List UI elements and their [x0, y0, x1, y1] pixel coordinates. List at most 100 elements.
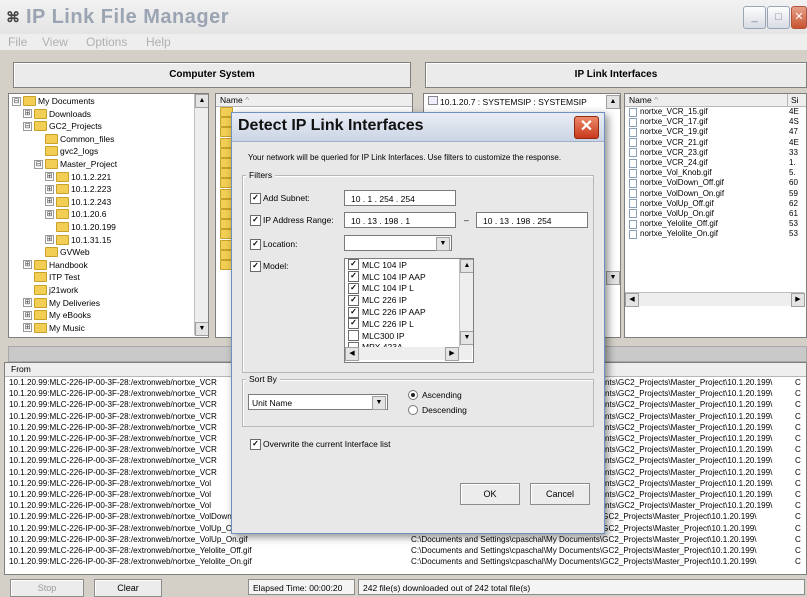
tree-expander-icon[interactable]: ⊞: [23, 310, 32, 320]
local-name-column-header[interactable]: Name ^: [216, 94, 412, 107]
model-option[interactable]: ✓ MLC 104 IP: [345, 259, 457, 271]
model-scroll-down-icon[interactable]: ▼: [460, 331, 473, 345]
model-scroll-left-icon[interactable]: ◀: [345, 347, 359, 361]
descending-radio-icon[interactable]: [408, 405, 418, 415]
remote-file-row[interactable]: nortxe_VCR_17.gif 4S: [625, 117, 806, 127]
clear-button[interactable]: Clear: [94, 579, 162, 597]
close-window-button[interactable]: ✕: [791, 6, 807, 29]
sort-by-select[interactable]: Unit Name ▼: [248, 394, 388, 410]
ip-range-to-input[interactable]: 10 . 13 . 198 . 254: [476, 212, 588, 228]
tree-expander-icon[interactable]: ⊟: [23, 121, 32, 131]
location-dropdown-icon[interactable]: ▼: [436, 237, 450, 251]
remote-file-row[interactable]: nortxe_VCR_23.gif 33: [625, 148, 806, 158]
remote-file-row[interactable]: nortxe_VCR_21.gif 4E: [625, 138, 806, 148]
device-scroll-down-icon[interactable]: ▼: [606, 271, 620, 285]
device-scroll-up-icon[interactable]: ▲: [606, 95, 620, 109]
model-option-checkbox[interactable]: ✓: [348, 318, 359, 330]
location-checkbox[interactable]: ✓: [250, 239, 261, 250]
tree-expander-icon[interactable]: ⊞: [45, 197, 54, 207]
tree-item[interactable]: ⊞ 10.1.2.223: [45, 184, 111, 195]
tree-item[interactable]: ⊟ Master_Project: [34, 159, 117, 169]
tree-item[interactable]: 10.1.20.199: [45, 222, 116, 232]
tree-item[interactable]: ⊟ GC2_Projects: [23, 121, 102, 132]
model-option-checkbox[interactable]: ✓: [348, 294, 359, 306]
tree-item[interactable]: ⊞ 10.1.2.221: [45, 171, 111, 182]
model-scroll-up-icon[interactable]: ▲: [460, 259, 473, 273]
device-label[interactable]: 10.1.20.7 : SYSTEMSIP : SYSTEMSIP: [440, 97, 587, 107]
tree-item[interactable]: ⊞ My eBooks: [23, 310, 91, 321]
remote-file-row[interactable]: nortxe_VolDown_On.gif 59: [625, 189, 806, 199]
tree-expander-icon[interactable]: ⊞: [23, 109, 32, 119]
ip-range-from-input[interactable]: 10 . 13 . 198 . 1: [344, 212, 456, 228]
stop-button[interactable]: Stop: [10, 579, 84, 597]
tree-item[interactable]: ⊞ Downloads: [23, 108, 91, 119]
ascending-option[interactable]: Ascending: [408, 390, 462, 400]
model-option-checkbox[interactable]: ✓: [348, 306, 359, 318]
remote-file-row[interactable]: nortxe_VCR_24.gif 1.: [625, 158, 806, 168]
ok-button[interactable]: OK: [460, 483, 520, 505]
remote-file-row[interactable]: nortxe_Vol_Knob.gif 5.: [625, 168, 806, 178]
maximize-button[interactable]: □: [767, 6, 790, 29]
tree-item[interactable]: ⊞ My Deliveries: [23, 297, 100, 308]
tree-expander-icon[interactable]: ⊞: [23, 298, 32, 308]
model-option-checkbox[interactable]: ✓: [348, 271, 359, 283]
tree-item[interactable]: ⊞ 10.1.20.6: [45, 209, 106, 220]
tree-item[interactable]: ⊞ Handbook: [23, 259, 88, 270]
remote-file-row[interactable]: nortxe_VCR_19.gif 47: [625, 127, 806, 137]
remote-file-row[interactable]: nortxe_Yelolite_On.gif 53: [625, 229, 806, 239]
model-option[interactable]: ✓ MLC 104 IP AAP: [345, 271, 457, 283]
model-option[interactable]: MLC300 IP: [345, 330, 457, 342]
remote-hscrollbar[interactable]: ◀ ▶: [625, 292, 805, 307]
menu-options[interactable]: Options: [86, 35, 127, 49]
tree-item[interactable]: ⊞ 10.1.31.15: [45, 234, 111, 245]
model-option-checkbox[interactable]: [348, 330, 359, 342]
remote-name-column-header[interactable]: Name ^ Si: [625, 94, 806, 107]
remote-file-row[interactable]: nortxe_VCR_15.gif 4E: [625, 107, 806, 117]
add-subnet-input[interactable]: 10 . 1 . 254 . 254: [344, 190, 456, 206]
sort-by-dropdown-icon[interactable]: ▼: [372, 396, 386, 410]
overwrite-checkbox[interactable]: ✓: [250, 439, 261, 450]
tree-scroll-up-icon[interactable]: ▲: [195, 94, 208, 108]
menu-file[interactable]: File: [8, 35, 27, 49]
model-vscrollbar[interactable]: ▲ ▼: [459, 259, 473, 347]
tree-expander-icon[interactable]: ⊞: [45, 209, 54, 219]
model-option[interactable]: ✓ MLC 226 IP AAP: [345, 306, 457, 318]
menu-help[interactable]: Help: [146, 35, 171, 49]
ascending-radio-icon[interactable]: [408, 390, 418, 400]
tree-item[interactable]: ⊞ My Music: [23, 322, 85, 333]
model-option[interactable]: ✓ MLC 226 IP L: [345, 318, 457, 330]
tree-item[interactable]: ⊟ My Documents: [12, 96, 95, 106]
remote-scroll-right-icon[interactable]: ▶: [791, 293, 805, 307]
dialog-close-button[interactable]: ✕: [574, 116, 599, 139]
model-option[interactable]: ✓ MLC 226 IP: [345, 294, 457, 306]
tree-expander-icon[interactable]: ⊞: [45, 184, 54, 194]
tree-expander-icon[interactable]: ⊞: [45, 235, 54, 245]
tree-expander-icon[interactable]: ⊞: [45, 172, 54, 182]
tree-item[interactable]: gvc2_logs: [34, 146, 98, 157]
tree-item[interactable]: Common_files: [34, 133, 114, 144]
model-option[interactable]: ✓ MLC 104 IP L: [345, 282, 457, 295]
model-checkbox[interactable]: ✓: [250, 261, 261, 272]
minimize-button[interactable]: _: [743, 6, 766, 29]
tree-item[interactable]: ITP Test: [23, 272, 80, 283]
menu-view[interactable]: View: [42, 35, 68, 49]
tree-expander-icon[interactable]: ⊞: [23, 323, 32, 333]
model-option-checkbox[interactable]: ✓: [348, 259, 359, 271]
remote-file-row[interactable]: nortxe_VolDown_Off.gif 60: [625, 178, 806, 188]
location-select[interactable]: ▼: [344, 235, 452, 251]
cancel-button[interactable]: Cancel: [530, 483, 590, 505]
tree-scroll-down-icon[interactable]: ▼: [195, 322, 208, 336]
remote-file-row[interactable]: nortxe_VolUp_Off.gif 62: [625, 199, 806, 209]
remote-size-column-header[interactable]: Si: [787, 94, 799, 106]
tree-item[interactable]: j21work: [23, 285, 78, 295]
model-scroll-right-icon[interactable]: ▶: [445, 347, 459, 361]
model-option-checkbox[interactable]: ✓: [348, 282, 359, 294]
tree-expander-icon[interactable]: ⊞: [23, 260, 32, 270]
remote-file-row[interactable]: nortxe_Yelolite_Off.gif 53: [625, 219, 806, 229]
add-subnet-checkbox[interactable]: ✓: [250, 193, 261, 204]
tree-scrollbar[interactable]: ▲ ▼: [194, 94, 208, 336]
tree-expander-icon[interactable]: ⊟: [34, 159, 43, 169]
tree-expander-icon[interactable]: ⊟: [12, 96, 21, 106]
remote-file-row[interactable]: nortxe_VolUp_On.gif 61: [625, 209, 806, 219]
remote-scroll-left-icon[interactable]: ◀: [625, 293, 639, 307]
